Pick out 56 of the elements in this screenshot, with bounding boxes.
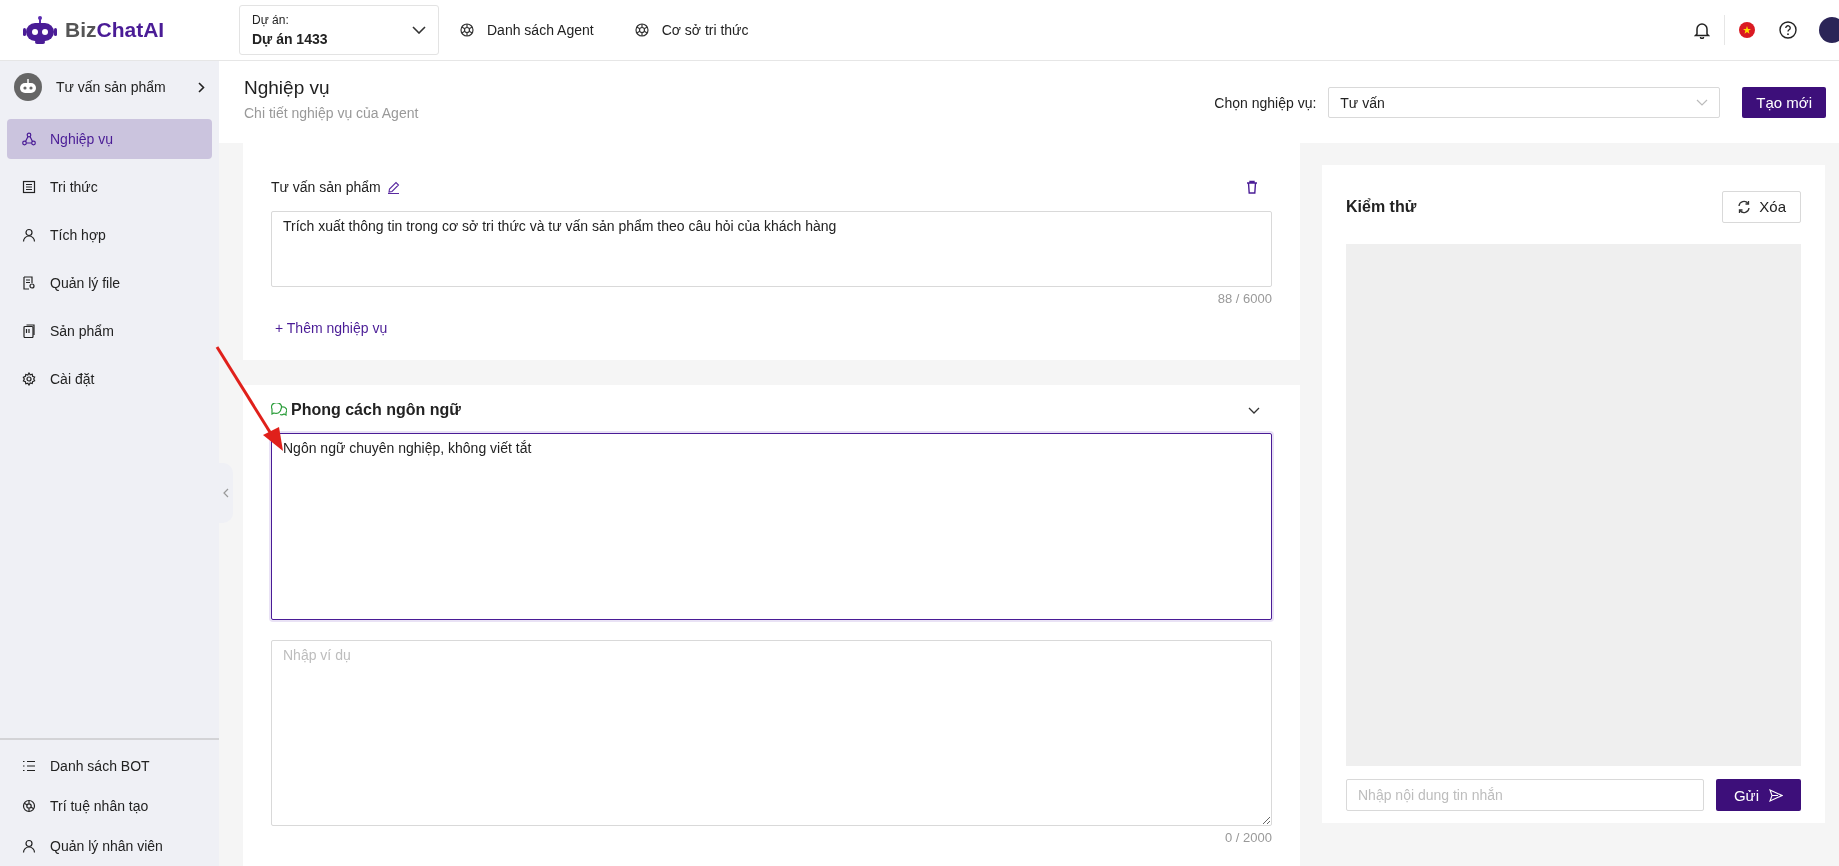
avatar[interactable] xyxy=(1819,17,1839,43)
page-title: Nghiệp vụ xyxy=(244,77,331,99)
help-icon[interactable] xyxy=(1779,21,1797,39)
character-counter: 0 / 2000 xyxy=(1224,830,1272,845)
robot-avatar-icon xyxy=(14,73,42,101)
sidebar-item[interactable]: Tri thức xyxy=(7,167,212,207)
chat-bubbles-icon xyxy=(271,403,287,417)
chevron-down-icon xyxy=(412,26,426,34)
document-icon xyxy=(22,276,36,290)
logo-text: BizChatAI xyxy=(65,18,165,42)
refresh-icon xyxy=(1737,199,1752,214)
clipboard-icon xyxy=(22,324,36,338)
panel-title: Kiểm thử xyxy=(1346,197,1417,216)
chevron-right-icon xyxy=(198,81,205,93)
sidebar-item[interactable]: Trí tuệ nhân tạo xyxy=(7,788,212,824)
character-counter: 88 / 6000 xyxy=(1216,291,1272,306)
add-task-link[interactable]: + Thêm nghiệp vụ xyxy=(275,320,388,336)
sidebar-item[interactable]: Quản lý file xyxy=(7,263,212,303)
page-subtitle: Chi tiết nghiệp vụ của Agent xyxy=(244,105,420,121)
sidebar-item[interactable]: Sản phẩm xyxy=(7,311,212,351)
bell-icon[interactable] xyxy=(1694,21,1710,39)
list-icon xyxy=(22,759,36,773)
nodes-icon xyxy=(22,132,36,146)
sidebar-item[interactable]: Tích hợp xyxy=(7,215,212,255)
language-style-field[interactable]: Ngôn ngữ chuyên nghiệp, không viết tắt xyxy=(271,433,1272,620)
settings-icon xyxy=(22,372,36,386)
agent-selector[interactable]: Tư vấn sản phẩm xyxy=(0,61,219,113)
chevron-left-icon xyxy=(223,488,229,498)
task-description-field[interactable]: Trích xuất thông tin trong cơ sở tri thức và tư vấn sản phẩm theo câu hỏi của khách hàng xyxy=(271,211,1272,287)
task-select[interactable]: Tư vấn xyxy=(1328,87,1721,118)
picker-label: Chọn nghiệp vụ: xyxy=(1214,94,1317,111)
message-input[interactable]: Nhập nội dung tin nhắn xyxy=(1346,779,1704,811)
nav-link[interactable]: Danh sách Agent xyxy=(459,22,594,38)
create-button[interactable]: Tạo mới xyxy=(1742,87,1826,118)
task-name: Tư vấn sản phẩm xyxy=(271,179,381,195)
section-title: Phong cách ngôn ngữ xyxy=(291,401,461,419)
nav-link[interactable]: Cơ sở tri thức xyxy=(633,22,749,38)
person-icon xyxy=(22,839,36,853)
collapse-handle[interactable] xyxy=(219,463,233,523)
example-field[interactable]: Nhập ví dụ xyxy=(271,640,1272,826)
edit-icon[interactable] xyxy=(386,180,400,194)
flag-icon[interactable] xyxy=(1739,22,1755,38)
chevron-down-icon xyxy=(1696,99,1709,106)
sidebar-item[interactable]: Nghiệp vụ xyxy=(7,119,212,159)
sidebar-item[interactable]: Cài đặt xyxy=(7,359,212,399)
send-button[interactable]: Gửi xyxy=(1715,779,1801,811)
person-icon xyxy=(22,228,36,242)
robot-logo-icon xyxy=(23,15,57,45)
clear-button[interactable]: Xóa xyxy=(1722,190,1801,223)
chevron-icon[interactable] xyxy=(1248,406,1260,414)
sidebar-item[interactable]: Quản lý nhân viên xyxy=(7,828,212,864)
trash-icon[interactable] xyxy=(1246,180,1258,194)
sidebar-item[interactable]: Danh sách BOT xyxy=(7,748,212,784)
project-select[interactable]: Dự án: Dự án 1433 xyxy=(239,5,439,55)
list-icon xyxy=(22,180,36,194)
send-icon xyxy=(1769,788,1783,802)
